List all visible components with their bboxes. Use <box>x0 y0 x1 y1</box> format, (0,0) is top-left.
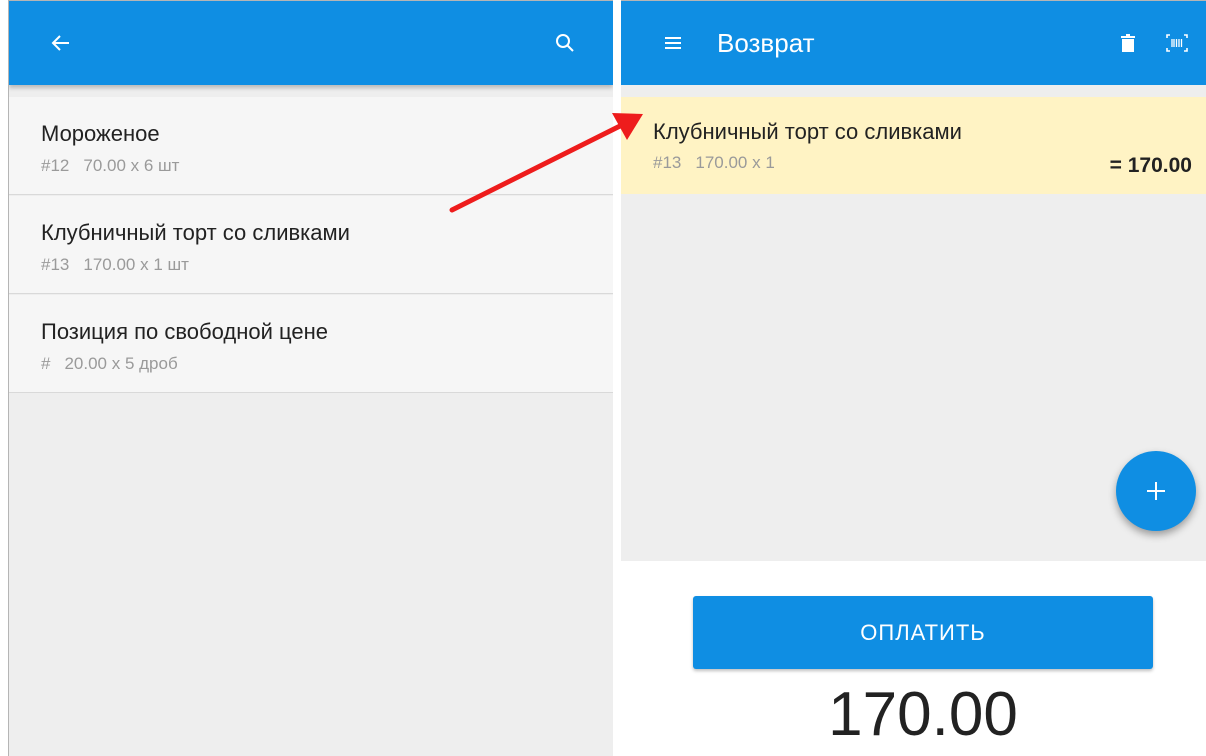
back-arrow-icon <box>51 35 69 51</box>
return-item[interactable]: Клубничный торт со сливками #13 170.00 x … <box>621 97 1206 194</box>
return-item-qty: 170.00 x 1 <box>695 153 775 172</box>
list-item-name: Мороженое <box>41 121 160 146</box>
search-icon <box>556 34 574 52</box>
return-item-name: Клубничный торт со сливками <box>653 119 962 144</box>
list-item-qty: 20.00 x 5 дроб <box>64 354 178 373</box>
trash-icon <box>1121 34 1135 52</box>
list-item-meta: #20.00 x 5 дроб <box>41 354 178 374</box>
list-item-name: Позиция по свободной цене <box>41 319 328 344</box>
list-item-qty: 70.00 x 6 шт <box>83 156 180 175</box>
list-item[interactable]: Мороженое #12 70.00 x 6 шт <box>9 97 613 195</box>
delete-button[interactable] <box>1108 23 1148 63</box>
return-item-meta: #13 170.00 x 1 <box>653 153 775 173</box>
back-button[interactable] <box>41 23 81 63</box>
product-list-pane: Мороженое #12 70.00 x 6 шт Клубничный тор… <box>8 0 613 756</box>
list-item[interactable]: Позиция по свободной цене #20.00 x 5 дро… <box>9 295 613 393</box>
barcode-scan-icon <box>1166 34 1188 52</box>
list-item-code: #13 <box>41 255 70 274</box>
plus-icon <box>1147 482 1165 500</box>
return-app-bar: Возврат <box>621 1 1206 85</box>
return-item-sum: = 170.00 <box>1109 154 1192 177</box>
menu-icon <box>665 37 681 49</box>
return-item-code: #13 <box>653 153 682 172</box>
list-item-code: # <box>41 354 51 373</box>
list-item-name: Клубничный торт со сливками <box>41 220 350 245</box>
page-title: Возврат <box>717 28 815 58</box>
menu-button[interactable] <box>653 23 693 63</box>
return-pane: Возврат Клубничный торт со сливками #13 1… <box>621 0 1206 756</box>
list-item-qty: 170.00 x 1 шт <box>83 255 189 274</box>
total-amount: 170.00 <box>828 680 1018 749</box>
list-item[interactable]: Клубничный торт со сливками #13 170.00 x … <box>9 196 613 294</box>
search-button[interactable] <box>545 23 585 63</box>
list-item-code: #12 <box>41 156 70 175</box>
add-item-button[interactable] <box>1116 451 1196 531</box>
list-item-meta: #13 170.00 x 1 шт <box>41 255 189 275</box>
list-item-meta: #12 70.00 x 6 шт <box>41 156 179 176</box>
barcode-scan-button[interactable] <box>1157 23 1197 63</box>
product-list-app-bar <box>9 1 613 85</box>
pay-button[interactable]: ОПЛАТИТЬ <box>693 596 1153 669</box>
